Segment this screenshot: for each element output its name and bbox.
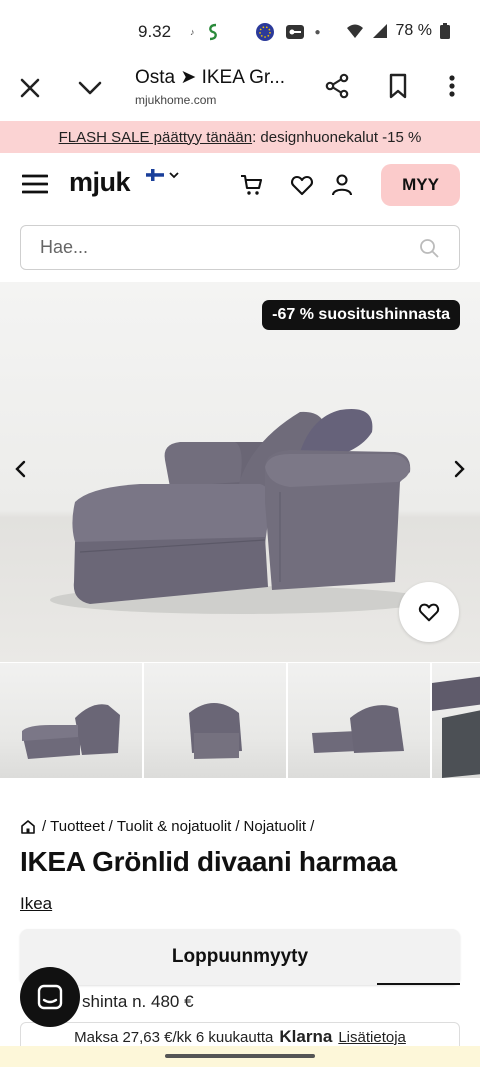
thumbnail-2[interactable] (144, 663, 286, 778)
thumbnail-1[interactable] (0, 663, 142, 778)
chevron-down-icon[interactable] (76, 74, 104, 102)
flash-sale-link[interactable]: FLASH SALE päättyy tänään (59, 129, 252, 146)
search-input[interactable] (21, 226, 381, 269)
chat-icon (37, 984, 63, 1010)
klarna-more-link[interactable]: Lisätietoja (338, 1029, 406, 1046)
page-url[interactable]: mjukhome.com (135, 93, 216, 107)
flash-sale-text: : designhuonekalut -15 % (252, 128, 422, 146)
underline-link-fragment (377, 983, 460, 985)
product-title: IKEA Grönlid divaani harmaa (20, 846, 397, 877)
dot-icon: ● (314, 26, 321, 38)
thumbnail-3[interactable] (288, 663, 430, 778)
battery-icon (440, 23, 450, 39)
thumbnail-strip (0, 663, 480, 778)
cart-icon[interactable] (240, 173, 264, 197)
search-icon[interactable] (419, 238, 439, 258)
signal-icon (372, 24, 387, 38)
breadcrumb-separator: / (235, 818, 240, 835)
next-image-icon[interactable] (450, 458, 468, 480)
eu-icon (255, 23, 274, 41)
app-notification-icon: ♪ (190, 27, 195, 37)
site-header: mjuk MYY (0, 153, 480, 217)
more-options-icon[interactable] (440, 72, 464, 100)
klarna-text: Maksa 27,63 €/kk 6 kuukautta (74, 1028, 274, 1046)
vpn-key-icon (285, 25, 304, 39)
breadcrumb-separator: / (310, 818, 315, 835)
wifi-icon (346, 24, 363, 38)
flash-sale-banner: FLASH SALE päättyy tänään: designhuoneka… (0, 121, 480, 153)
browser-toolbar: Osta ➤ IKEA Gr... mjukhome.com (0, 62, 480, 120)
system-indicators: 78 % (346, 22, 450, 40)
thumbnail-4[interactable] (432, 663, 480, 778)
sofa-thumbnail (189, 703, 242, 759)
notification-icons: ♪ ● (190, 22, 321, 42)
gesture-bar[interactable] (165, 1054, 315, 1058)
bookmark-icon[interactable] (384, 72, 412, 100)
sofa-thumbnail (432, 676, 480, 778)
breadcrumb-separator: / (42, 818, 47, 835)
brand-link[interactable]: Ikea (20, 894, 52, 914)
discount-badge: -67 % suositushinnasta (262, 300, 460, 330)
site-logo[interactable]: mjuk (69, 167, 131, 198)
breadcrumb: / Tuotteet / Tuolit & nojatuolit / Nojat… (20, 818, 314, 835)
menu-icon[interactable] (22, 173, 48, 195)
status-bar: 9.32 ♪ ● 78 % (0, 0, 480, 62)
previous-image-icon[interactable] (12, 458, 30, 480)
product-image[interactable]: -67 % suositushinnasta (0, 282, 480, 662)
breadcrumb-separator: / (108, 818, 113, 835)
heart-icon (418, 603, 440, 622)
chevron-down-icon[interactable] (168, 169, 180, 181)
sell-button[interactable]: MYY (381, 164, 460, 206)
sofa-thumbnail (312, 705, 404, 753)
search-bar (20, 225, 460, 270)
sold-out-button[interactable]: Loppuunmyyty (20, 929, 460, 985)
battery-percent: 78 % (395, 22, 432, 39)
breadcrumb-item-armchairs[interactable]: Nojatuolit (244, 818, 307, 835)
favorite-button[interactable] (399, 582, 459, 642)
share-icon[interactable] (323, 72, 351, 100)
account-icon[interactable] (331, 173, 353, 197)
recommended-price: shinta n. 480 € (82, 992, 194, 1011)
home-icon[interactable] (20, 819, 36, 835)
klarna-logo: Klarna (279, 1027, 333, 1046)
clock: 9.32 (138, 22, 172, 41)
sofa-thumbnail (22, 704, 120, 759)
payment-app-icon (208, 23, 217, 41)
page-title[interactable]: Osta ➤ IKEA Gr... (135, 66, 285, 89)
finland-flag-icon[interactable] (146, 169, 164, 181)
close-icon[interactable] (16, 74, 44, 102)
breadcrumb-item-chairs[interactable]: Tuolit & nojatuolit (117, 818, 232, 835)
chat-button[interactable] (20, 967, 80, 1027)
wishlist-heart-icon[interactable] (290, 173, 314, 197)
breadcrumb-item-products[interactable]: Tuotteet (50, 818, 104, 835)
